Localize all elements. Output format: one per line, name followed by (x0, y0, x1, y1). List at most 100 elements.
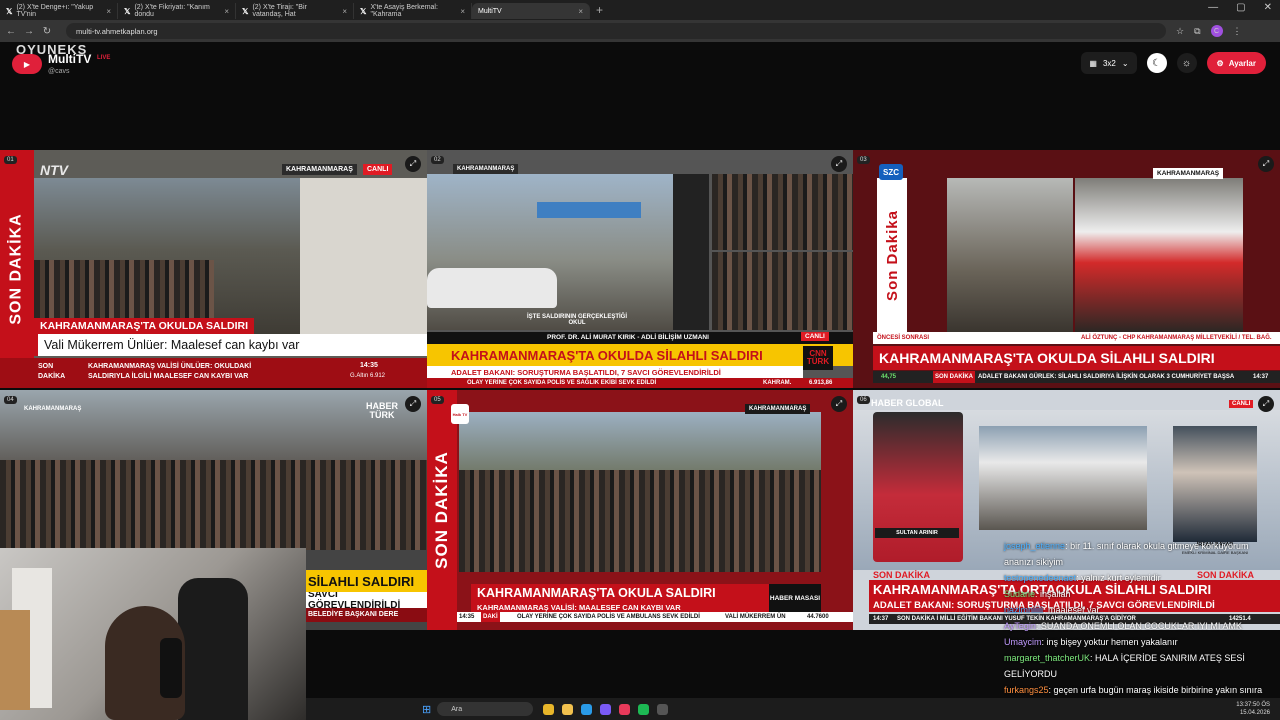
location-tag: KAHRAMANMARAŞ (1153, 168, 1224, 179)
files-icon[interactable] (562, 703, 574, 715)
stream-cell-3[interactable]: Son Dakika 03 SZC KAHRAMANMARAŞ ⤢ ÖNCESİ… (853, 150, 1280, 388)
brightness-button[interactable]: ☼ (1176, 53, 1197, 73)
ticker-text: OLAY YERİNE ÇOK SAYIDA POLİS VE AMBULANS… (517, 614, 700, 620)
windows-taskbar: ⊞ Ara 13:37:50 ÖS 15.04.2026 (306, 698, 1280, 720)
image-caption: İŞTE SALDIRININ GERÇEKLEŞTİĞİ OKUL (527, 314, 628, 326)
x-icon: 𝕏 (242, 6, 249, 16)
son-dakika-left: SON DAKİKA (873, 570, 931, 580)
ticker-label: SON DAKİKA (38, 363, 66, 380)
close-window-icon[interactable]: ✕ (1264, 2, 1272, 13)
ticker-bar: OLAY YERİNE ÇOK SAYIDA POLİS VE SAĞLIK E… (427, 378, 853, 388)
chevron-down-icon: ⌄ (1121, 58, 1129, 68)
program-tag: HABER MASASI (769, 584, 821, 613)
taskbar-search[interactable]: Ara (437, 702, 534, 716)
close-icon[interactable]: × (460, 7, 465, 16)
browser-tab-4[interactable]: 𝕏 X'te Asayiş Berkemal: "Kahrama × (354, 3, 472, 19)
boxes (0, 610, 30, 710)
subheadline-bar: Vali Mükerrem Ünlüer: Maalesef can kaybı… (34, 334, 427, 356)
close-icon[interactable]: × (342, 7, 347, 16)
ticker-time: 14:37 (873, 616, 889, 622)
ticker-text: KAHRAMANMARAŞ VALİSİ ÜNLÜER: OKULDAKİ SA… (88, 363, 252, 380)
expand-icon[interactable]: ⤢ (405, 156, 421, 172)
url-input[interactable]: multi-tv.ahmetkaplan.org (66, 23, 1166, 39)
crowd-scene (712, 252, 853, 330)
stream-number: 06 (857, 396, 870, 404)
chat-overlay: joseph_etienne: bir 11. sınıf olarak oku… (1004, 538, 1280, 714)
browser-tabbar: 𝕏 (2) X'te Denge+ı: "Yakup TV'nin × 𝕏 (2) X… (0, 0, 1280, 20)
stream-number: 03 (857, 156, 870, 164)
browser-tab-2[interactable]: 𝕏 (2) X'te Fikriyatı: "Kanım dondu × (118, 3, 236, 19)
son-dakika-vertical: Son Dakika (877, 178, 907, 332)
ticker-bar: BELEDİYE BAŞKANI DERE (306, 608, 427, 622)
menu-icon[interactable]: ⋮ (1233, 26, 1242, 37)
app-icon[interactable] (619, 703, 631, 715)
ticker-time: 14:35 (459, 614, 475, 620)
grid-layout-select[interactable]: ▦ 3x2 ⌄ (1081, 52, 1137, 74)
canli-badge: CANLI (801, 332, 829, 341)
maximize-icon[interactable]: ▢ (1236, 2, 1245, 13)
close-icon[interactable]: × (106, 7, 111, 16)
expand-icon[interactable]: ⤢ (1258, 156, 1274, 172)
chrome-icon[interactable] (543, 703, 555, 715)
close-icon[interactable]: × (224, 7, 229, 16)
stream-cell-2[interactable]: 02 KAHRAMANMARAŞ ⤢ İŞTE SALDIRININ GERÇE… (427, 150, 853, 388)
ticker-index: 44,75 (881, 374, 897, 380)
browser-tab-3[interactable]: 𝕏 (2) X'te Tirajı: "Bir vatandaş, Hat × (236, 3, 354, 19)
anchor-video (873, 412, 963, 562)
headline-bar: KAHRAMANMARAŞ'TA OKULA SALDIRI (471, 584, 769, 602)
headline-bar: SİLAHLI SALDIRI (306, 570, 427, 592)
scene-video (979, 426, 1147, 530)
grid-icon: ▦ (1089, 58, 1097, 68)
stream-number: 04 (4, 396, 17, 404)
location-tag: KAHRAMANMARAŞ (745, 404, 811, 414)
browser-tab-1[interactable]: 𝕏 (2) X'te Denge+ı: "Yakup TV'nin × (0, 3, 118, 19)
stream-cell-5[interactable]: SON DAKİKA 05 Halk TV KAHRAMANMARAŞ ⤢ KA… (427, 390, 853, 630)
ambulance-scene (712, 174, 853, 250)
profile-avatar[interactable]: C (1210, 25, 1223, 37)
stream-video-before (947, 178, 1073, 332)
channel-logo: Halk TV (451, 404, 469, 424)
ticker-tag: SON DAKİKA (933, 371, 976, 383)
gaming-chair (178, 578, 248, 720)
live-badge: LIVE (97, 55, 111, 61)
theme-toggle-button[interactable]: ☾ (1146, 53, 1167, 73)
ticker-tag: DAKİ (481, 612, 500, 622)
new-tab-icon[interactable]: + (596, 3, 603, 17)
reload-icon[interactable]: ↻ (40, 26, 54, 37)
expand-icon[interactable]: ⤢ (1258, 396, 1274, 412)
back-icon[interactable]: ← (4, 26, 18, 37)
headline-bar: KAHRAMANMARAŞ'TA OKULDA SİLAHLI SALDIRI (873, 346, 1280, 370)
expand-icon[interactable]: ⤢ (405, 396, 421, 412)
ticker-bar: 14:35 DAKİ OLAY YERİNE ÇOK SAYIDA POLİS … (457, 612, 853, 622)
guest-name: ALİ ÖZTUNÇ - CHP KAHRAMANMARAŞ MİLLETVEK… (1081, 335, 1272, 341)
minimize-icon[interactable]: — (1208, 2, 1218, 13)
settings-button[interactable]: ⚙ Ayarlar (1206, 52, 1266, 74)
expand-icon[interactable]: ⤢ (831, 156, 847, 172)
forward-icon[interactable]: → (22, 26, 36, 37)
app-icon[interactable] (657, 703, 669, 715)
chat-message: Sudane: inşallah (1004, 589, 1071, 599)
windows-start-icon[interactable]: ⊞ (422, 703, 431, 716)
chat-message: margaret_thatcherUK: HALA İÇERİDE SANIRI… (1004, 653, 1245, 679)
anchor-name: SULTAN ARINIR (875, 528, 959, 538)
moon-icon: ☾ (1152, 57, 1162, 69)
ticker-index: 44.7600 (807, 614, 829, 620)
edge-icon[interactable] (581, 703, 593, 715)
gear-icon: ⚙ (1216, 58, 1224, 68)
crowd-scene (0, 460, 427, 550)
ticker-tag: KAHRAM. (763, 380, 792, 386)
extensions-icon[interactable]: ⧉ (1194, 26, 1200, 37)
stream-cell-1[interactable]: SON DAKİKA 01 NTV KAHRAMANMARAŞ CANLI ⤢ … (0, 150, 427, 388)
close-icon[interactable]: × (578, 7, 583, 16)
app-icon[interactable] (600, 703, 612, 715)
spotify-icon[interactable] (638, 703, 650, 715)
browser-tab-multitv[interactable]: MultiTV × (472, 3, 590, 19)
star-icon[interactable]: ☆ (1176, 26, 1184, 37)
chat-message: testopenedeenaet: yalnız kurt eylemidir (1004, 573, 1161, 583)
channel-logo: NTV (40, 162, 68, 178)
canli-badge: CANLI (363, 164, 393, 175)
expand-icon[interactable]: ⤢ (831, 396, 847, 412)
sun-icon: ☼ (1181, 57, 1192, 69)
system-tray-clock[interactable]: 13:37:50 ÖS 15.04.2026 (1236, 701, 1270, 717)
guest-strip: ÖNCESİ SONRASI ALİ ÖZTUNÇ - CHP KAHRAMAN… (873, 332, 1280, 344)
